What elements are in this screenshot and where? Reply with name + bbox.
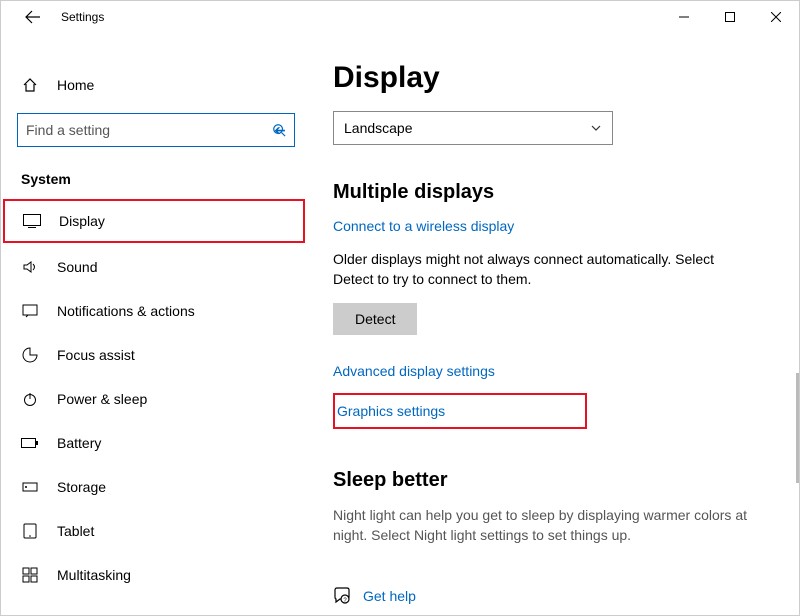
sidebar-item-display[interactable]: Display [3,199,305,243]
orientation-dropdown[interactable]: Landscape [333,111,613,145]
multiple-displays-heading: Multiple displays [333,181,777,204]
sound-icon [21,259,39,275]
get-help-link[interactable]: Get help [363,588,416,604]
sidebar-item-power-sleep[interactable]: Power & sleep [1,377,311,421]
page-title: Display [333,61,777,95]
close-button[interactable] [753,1,799,33]
maximize-button[interactable] [707,1,753,33]
battery-icon [21,437,39,449]
focus-assist-icon [21,347,39,363]
power-icon [21,391,39,407]
sidebar-home[interactable]: Home [1,63,311,107]
orientation-selected: Landscape [344,120,413,136]
sleep-better-body: Night light can help you get to sleep by… [333,506,753,545]
tablet-icon [21,523,39,539]
graphics-settings-link[interactable]: Graphics settings [337,403,445,419]
advanced-display-link[interactable]: Advanced display settings [333,363,777,379]
scrollbar-thumb[interactable] [796,373,799,483]
sidebar-item-sound[interactable]: Sound [1,245,311,289]
sidebar: Home ➔ System Display Sound [1,33,311,615]
main-content: Display Landscape Multiple displays Conn… [311,33,799,615]
notifications-icon [21,303,39,319]
search-icon [272,123,286,137]
sidebar-item-label: Multitasking [57,567,131,583]
chevron-down-icon [590,122,602,134]
sidebar-item-battery[interactable]: Battery [1,421,311,465]
back-button[interactable] [17,1,49,33]
home-icon [21,77,39,93]
sidebar-item-storage[interactable]: Storage [1,465,311,509]
arrow-left-icon [25,9,41,25]
scrollbar[interactable] [795,33,799,615]
title-bar: Settings [1,1,799,33]
multiple-displays-body: Older displays might not always connect … [333,250,753,289]
connect-wireless-link[interactable]: Connect to a wireless display [333,218,777,234]
storage-icon [21,479,39,495]
sleep-better-heading: Sleep better [333,469,777,492]
sidebar-item-label: Focus assist [57,347,135,363]
sidebar-item-multitasking[interactable]: Multitasking [1,553,311,597]
window-title: Settings [61,10,104,24]
sidebar-item-label: Tablet [57,523,94,539]
sidebar-home-label: Home [57,77,94,93]
chat-help-icon: ? [333,587,351,605]
multitasking-icon [21,567,39,583]
sidebar-item-label: Power & sleep [57,391,147,407]
display-icon [23,214,41,228]
sidebar-item-label: Sound [57,259,97,275]
maximize-icon [725,12,735,22]
minimize-icon [679,12,689,22]
sidebar-section-label: System [1,163,311,197]
search-input-wrap[interactable]: ➔ [17,113,295,147]
search-input[interactable] [26,122,274,138]
sidebar-item-label: Battery [57,435,101,451]
close-icon [771,12,781,22]
sidebar-item-tablet[interactable]: Tablet [1,509,311,553]
sidebar-item-label: Notifications & actions [57,303,195,319]
detect-button[interactable]: Detect [333,303,417,335]
sidebar-item-focus-assist[interactable]: Focus assist [1,333,311,377]
sidebar-item-label: Storage [57,479,106,495]
minimize-button[interactable] [661,1,707,33]
sidebar-item-notifications[interactable]: Notifications & actions [1,289,311,333]
get-help-row[interactable]: ? Get help [333,587,416,605]
sidebar-item-label: Display [59,213,105,229]
graphics-settings-highlight: Graphics settings [333,393,587,429]
